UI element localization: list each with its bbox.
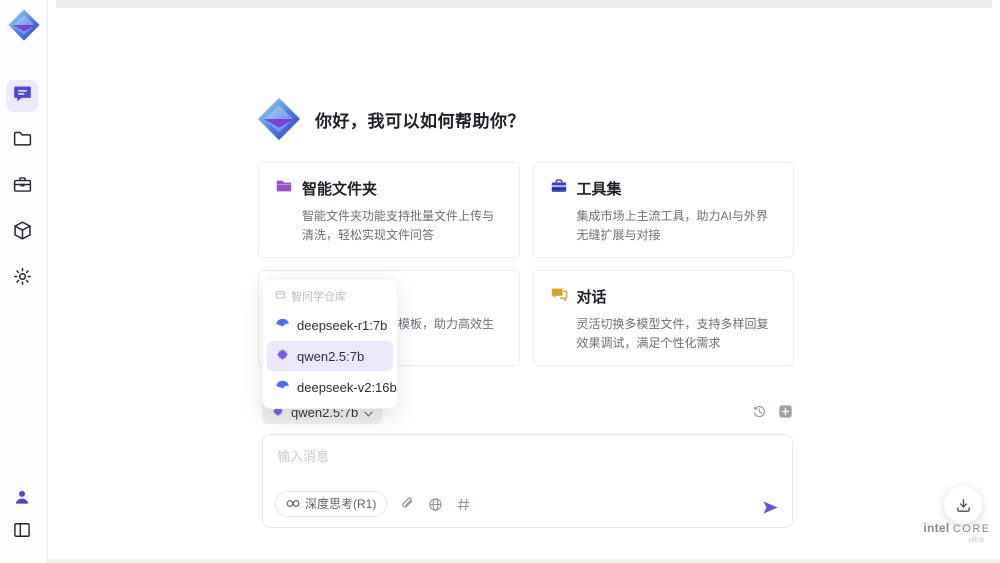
input-toolbar: 深度思考(R1) [275, 491, 471, 517]
intel-core-badge: intel CORE ultra [922, 521, 992, 545]
window-bottom-edge [48, 559, 1000, 563]
model-option-label: deepseek-r1:7b [297, 317, 388, 333]
sidebar-item-settings[interactable] [6, 263, 38, 295]
smart-folder-icon [275, 177, 293, 200]
download-button[interactable] [944, 486, 982, 524]
send-button[interactable] [761, 498, 780, 517]
card-title: 对话 [576, 289, 607, 307]
toolset-briefcase-icon [550, 177, 568, 200]
deepseek-icon [275, 316, 290, 334]
deep-think-icon [286, 497, 300, 511]
conversation-actions [752, 404, 793, 419]
model-dropdown-header: 智问学仓库 [267, 284, 393, 309]
sidebar-item-chat[interactable] [6, 80, 38, 112]
repository-icon [275, 289, 286, 303]
card-title: 智能文件夹 [302, 181, 378, 198]
model-option-label: qwen2.5:7b [297, 348, 365, 364]
history-icon[interactable] [752, 404, 767, 419]
cube-icon [12, 220, 33, 246]
chat-input-box: 深度思考(R1) [262, 434, 793, 528]
user-icon [12, 487, 32, 512]
greeting-row: 你好，我可以如何帮助你？ [256, 96, 525, 142]
globe-icon[interactable] [428, 497, 443, 512]
card-description: 灵活切换多模型文件，支持多样回复效果调试，满足个性化需求 [576, 317, 769, 350]
card-smart-folder[interactable]: 智能文件夹 智能文件夹功能支持批量文件上传与清洗，轻松实现文件问答 [258, 162, 520, 259]
model-option-deepseek-r1[interactable]: deepseek-r1:7b [267, 310, 393, 340]
card-description: 智能文件夹功能支持批量文件上传与清洗，轻松实现文件问答 [302, 209, 495, 242]
model-option-label: deepseek-v2:16b [297, 379, 397, 395]
sidebar-item-folders[interactable] [6, 125, 38, 157]
qwen-icon [275, 347, 290, 365]
card-dialog[interactable]: 对话 灵活切换多模型文件，支持多样回复效果调试，满足个性化需求 [532, 270, 794, 367]
attachment-icon[interactable] [400, 496, 415, 512]
sidebar-item-toolbox[interactable] [6, 171, 38, 203]
assistant-logo-icon [256, 96, 302, 142]
grid-hashtag-icon[interactable] [456, 497, 471, 512]
sidebar [0, 0, 48, 563]
window-titlebar [56, 0, 992, 8]
deep-think-label: 深度思考(R1) [305, 497, 377, 511]
folder-icon [12, 128, 33, 154]
sidebar-item-collapse[interactable] [6, 516, 38, 548]
dialog-bubbles-icon [550, 285, 568, 308]
chat-bubble-icon [12, 83, 33, 109]
intel-core-text: CORE [952, 523, 991, 535]
sidebar-item-account[interactable] [6, 483, 38, 515]
message-input[interactable] [277, 446, 737, 484]
model-option-qwen[interactable]: qwen2.5:7b [267, 341, 393, 371]
deepseek-icon [275, 378, 290, 396]
card-toolset[interactable]: 工具集 集成市场上主流工具，助力AI与外界无缝扩展与对接 [532, 162, 794, 259]
model-dropdown: 智问学仓库 deepseek-r1:7b qwen2.5:7b deepseek… [262, 278, 398, 409]
app-logo-icon [7, 8, 41, 42]
gear-icon [12, 266, 33, 292]
intel-logo-text: intel [923, 521, 950, 535]
app-window: 你好，我可以如何帮助你？ 智能文件夹 智能文件夹功能支持批量文件上传与清洗，轻松… [0, 0, 1000, 563]
card-description: 集成市场上主流工具，助力AI与外界无缝扩展与对接 [576, 209, 768, 242]
sidebar-item-models[interactable] [6, 217, 38, 249]
intel-tier-text: ultra [968, 535, 984, 545]
card-title: 工具集 [576, 181, 622, 198]
panel-layout-icon [12, 520, 32, 545]
model-dropdown-header-label: 智问学仓库 [291, 291, 346, 303]
greeting-title: 你好，我可以如何帮助你？ [315, 111, 525, 131]
briefcase-icon [12, 174, 33, 200]
deep-think-toggle[interactable]: 深度思考(R1) [275, 491, 388, 517]
model-option-deepseek-v2[interactable]: deepseek-v2:16b [267, 372, 397, 402]
new-chat-icon[interactable] [778, 404, 793, 419]
